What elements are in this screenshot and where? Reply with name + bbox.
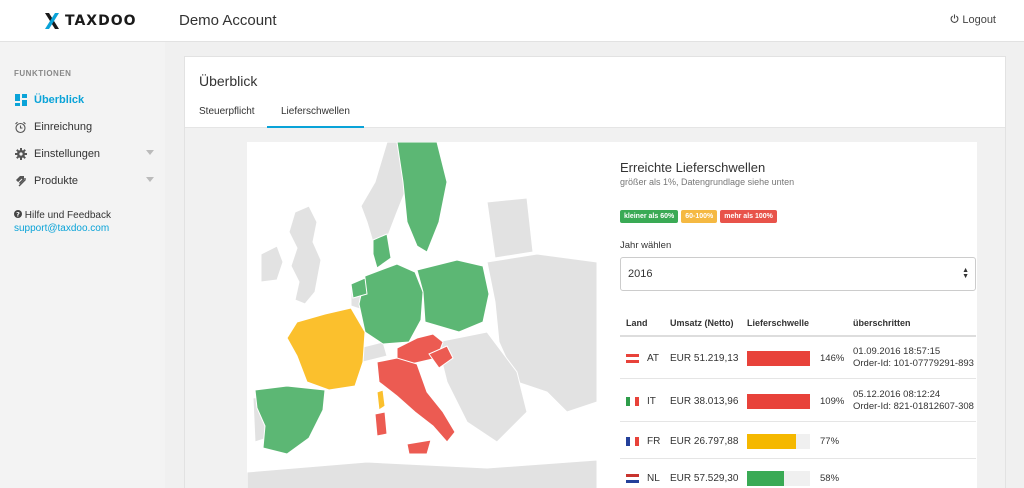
map-region-corsica xyxy=(376,389,386,411)
flag-it-icon xyxy=(626,397,639,406)
threshold-bar xyxy=(747,471,810,486)
sidebar-item-einstellungen[interactable]: Einstellungen xyxy=(14,145,154,163)
exceeded-date: 01.09.2016 18:57:15 xyxy=(853,346,941,357)
table-row[interactable]: AT EUR 51.219,13 146% 01.09.2016 18:57:1… xyxy=(620,337,976,379)
exceeded-info: 01.09.2016 18:57:15 Order-Id: 101-0777929… xyxy=(853,346,974,370)
sidebar-item-einreichung[interactable]: Einreichung xyxy=(14,118,154,136)
select-arrows-icon: ▲ ▼ xyxy=(962,267,969,280)
country-code: FR xyxy=(647,436,661,447)
legend-badge-yellow: 60-100% xyxy=(681,210,718,223)
exceeded-info: 05.12.2016 08:12:24 Order-Id: 821-0181260… xyxy=(853,389,974,413)
support-email-link[interactable]: support@taxdoo.com xyxy=(14,222,111,235)
power-icon xyxy=(950,14,959,26)
year-label: Jahr wählen xyxy=(620,240,672,251)
help-section: ? Hilfe und Feedback support@taxdoo.com xyxy=(14,209,111,235)
threshold-percent: 58% xyxy=(820,473,840,484)
logo[interactable]: TAXDOO xyxy=(45,12,137,30)
help-label: Hilfe und Feedback xyxy=(24,210,111,221)
account-name: Demo Account xyxy=(179,12,277,29)
sidebar-item-label: Überblick xyxy=(34,94,85,106)
map-region-poland xyxy=(416,259,490,333)
country-code: NL xyxy=(647,473,660,484)
legend-badge-red: mehr als 100% xyxy=(720,210,777,223)
column-header-umsatz: Umsatz (Netto) xyxy=(670,318,734,328)
threshold-percent: 77% xyxy=(820,436,840,447)
card-title: Erreichte Lieferschwellen xyxy=(620,160,766,175)
threshold-bar xyxy=(747,434,810,449)
threshold-bar xyxy=(747,351,810,366)
sidebar-item-label: Einreichung xyxy=(34,121,93,133)
net-amount: EUR 57.529,30 xyxy=(670,473,739,484)
tab-steuerpflicht[interactable]: Steuerpflicht xyxy=(199,106,255,128)
map-region-germany xyxy=(358,263,424,345)
net-amount: EUR 51.219,13 xyxy=(670,353,739,364)
svg-text:?: ? xyxy=(16,211,20,219)
column-header-ueberschritten: überschritten xyxy=(853,318,911,328)
sidebar-heading: FUNKTIONEN xyxy=(14,69,72,78)
year-select-value: 2016 xyxy=(628,268,653,280)
tag-icon xyxy=(14,175,27,188)
threshold-bar-fill xyxy=(747,351,810,366)
country-code: IT xyxy=(647,396,656,407)
alarm-clock-icon xyxy=(14,121,27,134)
tab-lieferschwellen[interactable]: Lieferschwellen xyxy=(267,106,364,128)
threshold-bar xyxy=(747,394,810,409)
tab-content: Erreichte Lieferschwellen größer als 1%,… xyxy=(185,128,1005,488)
sidebar-item-label: Produkte xyxy=(34,175,79,187)
chevron-down-icon xyxy=(146,150,154,155)
legend-badge-green: kleiner als 60% xyxy=(620,210,679,223)
top-bar: TAXDOO Demo Account Logout xyxy=(0,0,1024,42)
table-row[interactable]: FR EUR 26.797,88 77% xyxy=(620,423,976,459)
chevron-down-icon xyxy=(146,177,154,182)
tab-bar: Steuerpflicht Lieferschwellen xyxy=(185,101,1005,128)
flag-at-icon xyxy=(626,354,639,363)
dashboard-icon xyxy=(14,94,27,107)
year-select[interactable]: 2016 ▲ ▼ xyxy=(620,257,976,291)
order-id: Order-Id: 821-01812607-308 xyxy=(853,401,974,412)
map-region-sardinia xyxy=(374,411,388,437)
map-region-baltics xyxy=(486,197,534,259)
exceeded-date: 05.12.2016 08:12:24 xyxy=(853,389,941,400)
column-header-land: Land xyxy=(626,318,648,328)
europe-map[interactable] xyxy=(247,142,597,488)
help-feedback-link[interactable]: ? Hilfe und Feedback xyxy=(14,209,111,222)
table-row[interactable]: NL EUR 57.529,30 58% xyxy=(620,460,976,488)
threshold-percent: 146% xyxy=(820,353,845,364)
taxdoo-logo-icon xyxy=(45,13,59,29)
logout-button[interactable]: Logout xyxy=(950,14,996,26)
flag-nl-icon xyxy=(626,474,639,483)
question-icon: ? xyxy=(14,210,25,221)
sidebar-item-produkte[interactable]: Produkte xyxy=(14,172,154,190)
order-id: Order-Id: 101-07779291-893 xyxy=(853,358,974,369)
threshold-bar-fill xyxy=(747,394,810,409)
table-row[interactable]: IT EUR 38.013,96 109% 05.12.2016 08:12:2… xyxy=(620,380,976,422)
net-amount: EUR 26.797,88 xyxy=(670,436,739,447)
threshold-bar-fill xyxy=(747,471,784,486)
country-code: AT xyxy=(647,353,660,364)
gear-icon xyxy=(14,148,27,161)
sidebar: FUNKTIONEN Überblick Einreichung Einstel… xyxy=(0,42,165,488)
column-header-lieferschwelle: Lieferschwelle xyxy=(747,318,810,328)
threshold-percent: 109% xyxy=(820,396,845,407)
page-title: Überblick xyxy=(199,73,258,89)
logout-label: Logout xyxy=(962,14,996,26)
sidebar-item-label: Einstellungen xyxy=(34,148,101,160)
sidebar-item-ueberblick[interactable]: Überblick xyxy=(14,91,154,109)
main-panel: Überblick Steuerpflicht Lieferschwellen xyxy=(184,56,1006,488)
net-amount: EUR 38.013,96 xyxy=(670,396,739,407)
card-subtitle: größer als 1%, Datengrundlage siehe unte… xyxy=(620,177,795,187)
threshold-card: Erreichte Lieferschwellen größer als 1%,… xyxy=(597,142,977,488)
legend: kleiner als 60% 60-100% mehr als 100% xyxy=(620,210,777,223)
brand-name: TAXDOO xyxy=(65,13,137,29)
threshold-bar-fill xyxy=(747,434,796,449)
flag-fr-icon xyxy=(626,437,639,446)
